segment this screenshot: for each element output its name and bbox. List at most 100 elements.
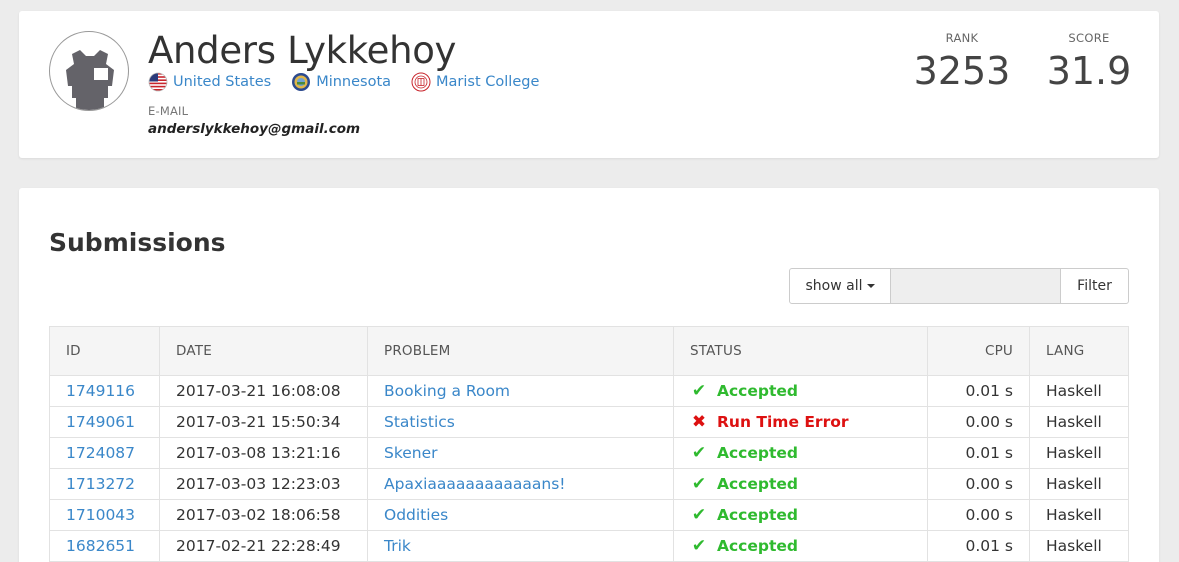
submission-date: 2017-03-02 18:06:58: [159, 499, 368, 531]
problem-link[interactable]: Booking a Room: [384, 382, 510, 400]
problem-link[interactable]: Skener: [384, 444, 438, 462]
problem-link[interactable]: Apaxiaaaaaaaaaaaans!: [384, 475, 566, 493]
caret-down-icon: [866, 284, 875, 288]
problem-link[interactable]: Trik: [384, 537, 411, 555]
affiliations: United States Minnesota Marist College: [148, 72, 559, 92]
filter-input[interactable]: [891, 268, 1060, 304]
language: Haskell: [1029, 530, 1129, 562]
submissions-title: Submissions: [49, 228, 226, 257]
submission-id-link[interactable]: 1749061: [66, 413, 135, 431]
table-row: 1682651 2017-02-21 22:28:49 Trik ✔ Accepted 0…: [49, 530, 1129, 562]
language: Haskell: [1029, 468, 1129, 500]
status-text: Accepted: [717, 382, 798, 400]
column-header-id[interactable]: ID: [49, 326, 160, 376]
submission-id-cell: 1724087: [49, 437, 160, 469]
status-cell: ✔ Accepted: [673, 375, 928, 407]
problem-cell: Apaxiaaaaaaaaaaaans!: [367, 468, 674, 500]
submission-id-link[interactable]: 1710043: [66, 506, 135, 524]
table-row: 1724087 2017-03-08 13:21:16 Skener ✔ Accepte…: [49, 437, 1129, 469]
column-header-lang[interactable]: LANG: [1029, 326, 1129, 376]
problem-link[interactable]: Statistics: [384, 413, 455, 431]
status-text: Run Time Error: [717, 413, 849, 431]
submission-date: 2017-03-03 12:23:03: [159, 468, 368, 500]
cpu-time: 0.00 s: [927, 468, 1030, 500]
user-name: Anders Lykkehoy: [148, 29, 457, 72]
filter-button[interactable]: Filter: [1060, 268, 1129, 304]
us-flag-icon: [148, 72, 168, 92]
language: Haskell: [1029, 499, 1129, 531]
score-value: 31.9: [1046, 49, 1132, 93]
affiliation-state[interactable]: Minnesota: [291, 72, 391, 92]
country-link[interactable]: United States: [173, 74, 271, 90]
marist-college-seal-icon: [411, 72, 431, 92]
table-row: 1713272 2017-03-03 12:23:03 Apaxiaaaaaaaaa…: [49, 468, 1129, 500]
table-row: 1710043 2017-03-02 18:06:58 Oddities ✔ Accep…: [49, 499, 1129, 531]
avatar[interactable]: [49, 31, 129, 111]
submission-id-cell: 1682651: [49, 530, 160, 562]
submissions-table: ID DATE PROBLEM STATUS CPU LANG 1749116 2…: [49, 326, 1129, 562]
score-label: SCORE: [1068, 31, 1110, 45]
submission-id-link[interactable]: 1713272: [66, 475, 135, 493]
rank-label: RANK: [945, 31, 979, 45]
status-label: ✔ Accepted: [690, 443, 798, 463]
score-stat: SCORE 31.9: [1039, 31, 1139, 93]
status-cell: ✖ Run Time Error: [673, 406, 928, 438]
column-header-problem[interactable]: PROBLEM: [367, 326, 674, 376]
filter-bar: show all Filter: [789, 268, 1129, 304]
submission-date: 2017-03-08 13:21:16: [159, 437, 368, 469]
status-cell: ✔ Accepted: [673, 437, 928, 469]
problem-link[interactable]: Oddities: [384, 506, 448, 524]
language: Haskell: [1029, 437, 1129, 469]
status-label: ✔ Accepted: [690, 381, 798, 401]
column-header-cpu[interactable]: CPU: [927, 326, 1030, 376]
cpu-time: 0.00 s: [927, 406, 1030, 438]
checkmark-icon: ✔: [691, 443, 707, 463]
submission-date: 2017-02-21 22:28:49: [159, 530, 368, 562]
submission-date: 2017-03-21 15:50:34: [159, 406, 368, 438]
column-header-date[interactable]: DATE: [159, 326, 368, 376]
table-row: 1749116 2017-03-21 16:08:08 Booking a Room…: [49, 375, 1129, 407]
column-header-status[interactable]: STATUS: [673, 326, 928, 376]
checkmark-icon: ✔: [691, 474, 707, 494]
status-cell: ✔ Accepted: [673, 499, 928, 531]
status-text: Accepted: [717, 506, 798, 524]
cpu-time: 0.00 s: [927, 499, 1030, 531]
submission-date: 2017-03-21 16:08:08: [159, 375, 368, 407]
status-label: ✔ Accepted: [690, 505, 798, 525]
cpu-time: 0.01 s: [927, 375, 1030, 407]
affiliation-country[interactable]: United States: [148, 72, 271, 92]
problem-cell: Booking a Room: [367, 375, 674, 407]
status-text: Accepted: [717, 475, 798, 493]
status-label: ✔ Accepted: [690, 536, 798, 556]
submission-id-link[interactable]: 1749116: [66, 382, 135, 400]
problem-cell: Trik: [367, 530, 674, 562]
email-label: E-MAIL: [148, 104, 189, 118]
rank-value: 3253: [913, 49, 1011, 93]
school-link[interactable]: Marist College: [436, 74, 539, 90]
rank-stat: RANK 3253: [912, 31, 1012, 93]
cpu-time: 0.01 s: [927, 530, 1030, 562]
status-label: ✖ Run Time Error: [690, 412, 849, 432]
table-header-row: ID DATE PROBLEM STATUS CPU LANG: [49, 326, 1129, 376]
submission-id-cell: 1710043: [49, 499, 160, 531]
submission-id-link[interactable]: 1682651: [66, 537, 135, 555]
status-cell: ✔ Accepted: [673, 530, 928, 562]
state-link[interactable]: Minnesota: [316, 74, 391, 90]
submission-id-link[interactable]: 1724087: [66, 444, 135, 462]
default-avatar-icon: [66, 50, 114, 110]
email-value: anderslykkehoy@gmail.com: [148, 121, 361, 137]
cross-icon: ✖: [691, 412, 707, 432]
problem-cell: Oddities: [367, 499, 674, 531]
cpu-time: 0.01 s: [927, 437, 1030, 469]
profile-card: Anders Lykkehoy United States Minnesota …: [19, 11, 1159, 158]
status-filter-dropdown[interactable]: show all: [789, 268, 891, 304]
status-cell: ✔ Accepted: [673, 468, 928, 500]
table-row: 1749061 2017-03-21 15:50:34 Statistics ✖ Run…: [49, 406, 1129, 438]
language: Haskell: [1029, 406, 1129, 438]
minnesota-seal-icon: [292, 73, 311, 91]
affiliation-school[interactable]: Marist College: [411, 72, 539, 92]
status-label: ✔ Accepted: [690, 474, 798, 494]
problem-cell: Statistics: [367, 406, 674, 438]
submissions-card: Submissions show all Filter ID DATE PROB…: [19, 188, 1159, 562]
status-text: Accepted: [717, 444, 798, 462]
